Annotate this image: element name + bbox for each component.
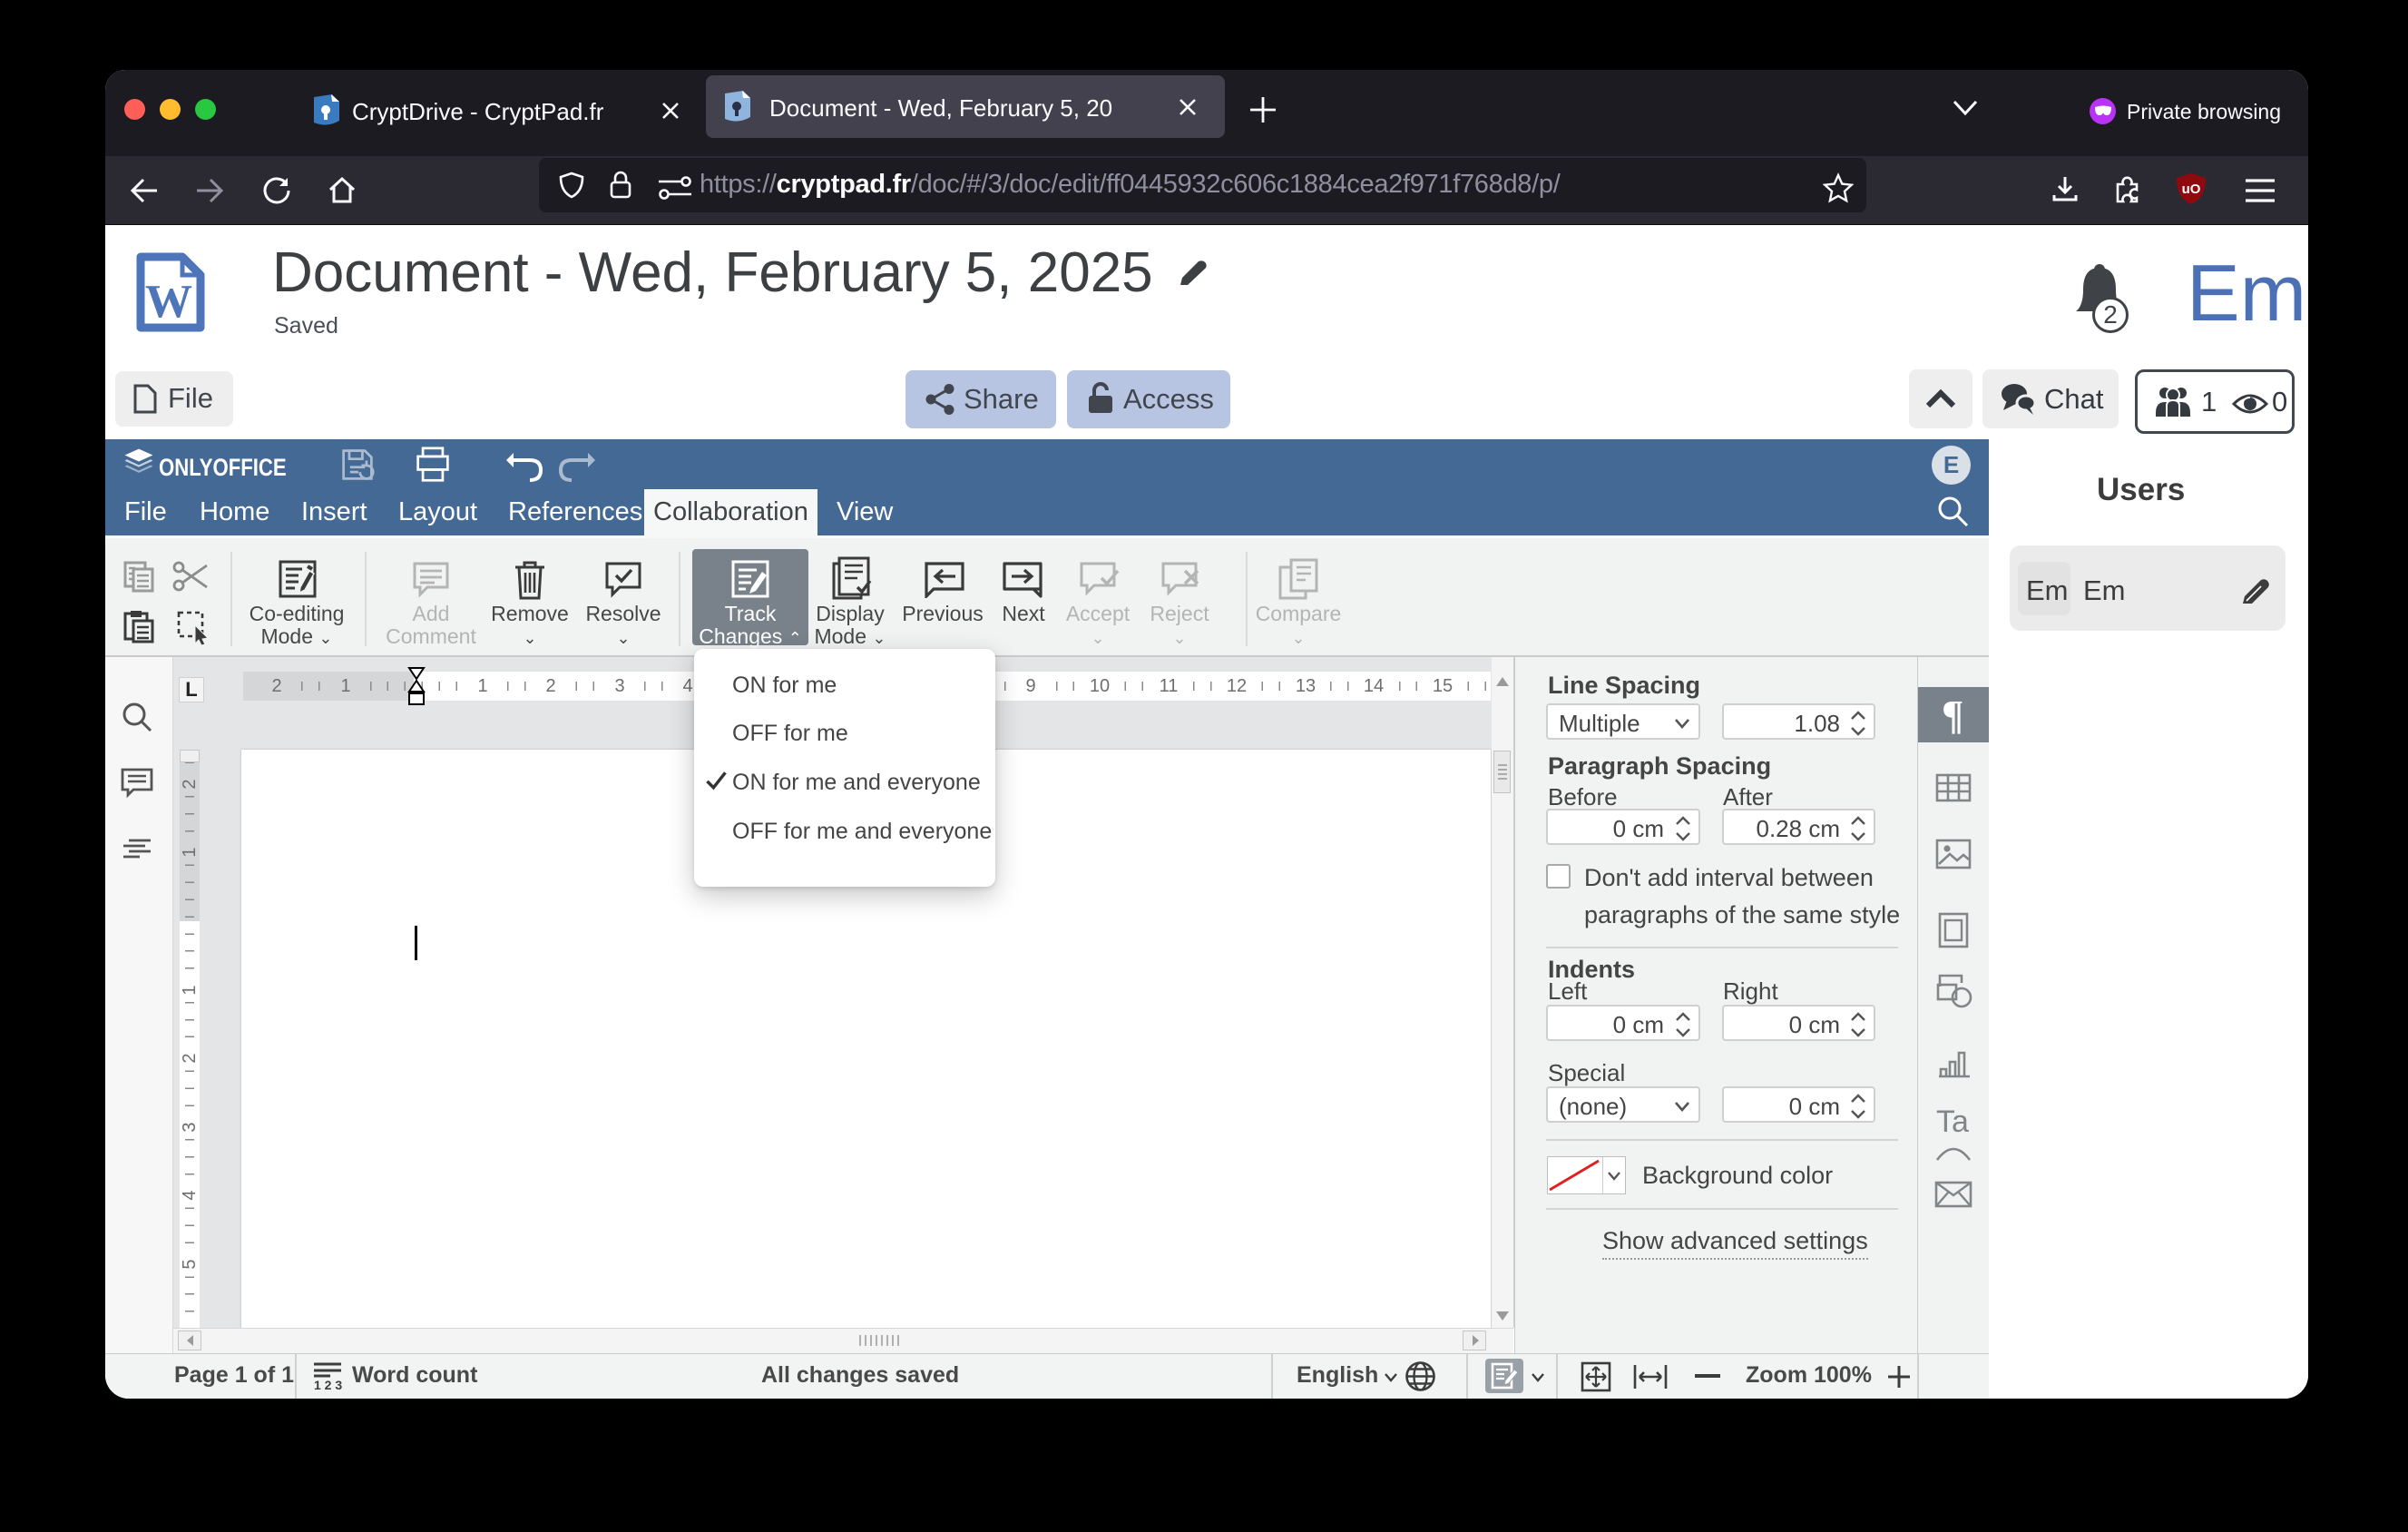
svg-text:W: W bbox=[145, 276, 192, 328]
svg-text:uO: uO bbox=[2182, 182, 2201, 197]
svg-text:1 2 3: 1 2 3 bbox=[314, 1378, 342, 1391]
